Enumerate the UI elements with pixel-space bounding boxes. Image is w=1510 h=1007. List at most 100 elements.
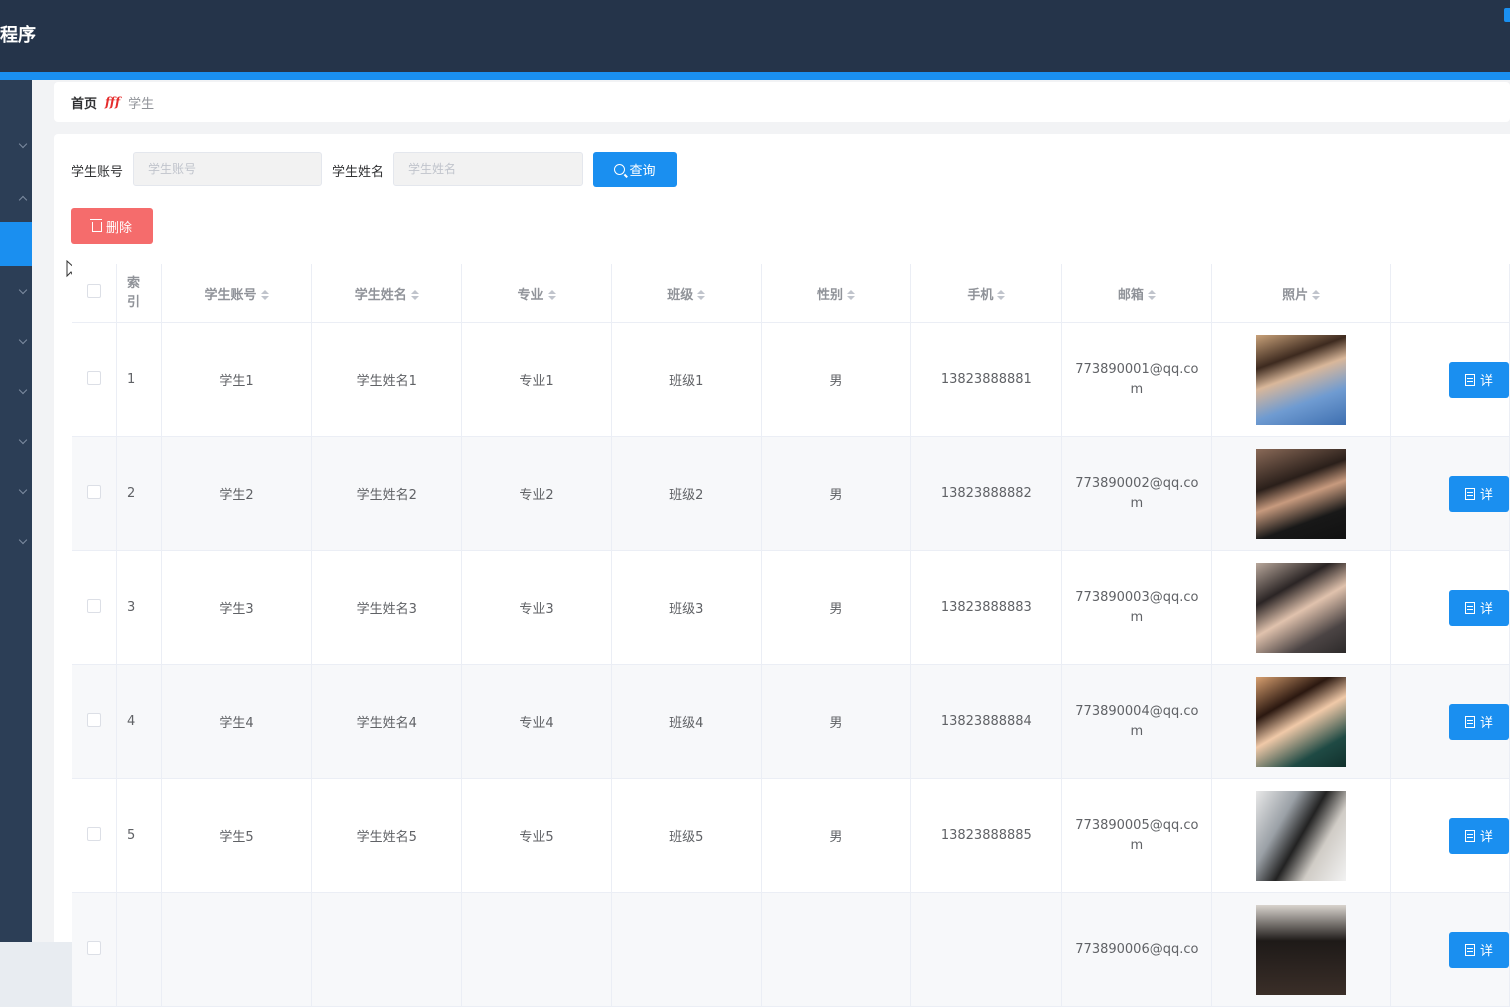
cell-name: 学生姓名5 [311, 778, 463, 893]
chevron-down-icon [18, 435, 28, 445]
student-photo[interactable] [1256, 562, 1347, 653]
detail-button-label: 详 [1479, 830, 1493, 845]
cell-account: 学生2 [161, 436, 313, 551]
table-row[interactable]: 5 学生5 学生姓名5 专业5 班级5 男 13823888885 773890005@qq.… [72, 778, 1510, 893]
cell-name [311, 892, 463, 1007]
table-row[interactable]: 2 学生2 学生姓名2 专业2 班级2 男 13823888882 773890002@qq.… [72, 436, 1510, 551]
row-select-cell [72, 778, 117, 893]
sidebar-item-4[interactable] [0, 320, 32, 364]
detail-button[interactable]: 详 [1448, 361, 1509, 398]
account-search-input[interactable] [133, 152, 322, 186]
chevron-down-icon [18, 385, 28, 395]
cell-photo [1211, 778, 1391, 893]
sort-icon[interactable] [697, 290, 706, 300]
sort-icon[interactable] [260, 290, 269, 300]
detail-button[interactable]: 详 [1448, 931, 1509, 968]
document-icon [1464, 373, 1475, 386]
breadcrumb: 首页 fff 学生 [54, 82, 1510, 122]
column-actions [1390, 264, 1510, 323]
sidebar-item-active[interactable] [0, 222, 32, 266]
table-row[interactable]: 4 学生4 学生姓名4 专业4 班级4 男 13823888884 773890004@qq.… [72, 664, 1510, 779]
cell-index: 3 [116, 550, 162, 665]
sidebar-item-2[interactable] [0, 176, 32, 220]
cell-account: 学生1 [161, 322, 313, 437]
cell-photo [1211, 664, 1391, 779]
cell-phone: 13823888884 [910, 664, 1063, 779]
cell-phone: 13823888883 [910, 550, 1063, 665]
column-label: 照片 [1282, 287, 1309, 303]
app-title: 程序 [0, 25, 36, 46]
sidebar-item-3[interactable] [0, 270, 32, 314]
row-checkbox[interactable] [87, 826, 101, 841]
cell-photo [1211, 892, 1391, 1007]
column-label: 邮箱 [1117, 287, 1144, 303]
sidebar-item-8[interactable] [0, 520, 32, 564]
cell-class [611, 892, 762, 1007]
cell-account [161, 892, 313, 1007]
sort-icon[interactable] [1147, 290, 1156, 300]
row-select-cell [72, 664, 117, 779]
top-corner-button[interactable] [1504, 8, 1510, 22]
cell-class: 班级1 [611, 322, 762, 437]
sort-icon[interactable] [410, 290, 419, 300]
delete-button[interactable]: 删除 [71, 208, 153, 244]
detail-button-label: 详 [1479, 944, 1493, 959]
document-icon [1464, 487, 1475, 500]
sidebar-item-6[interactable] [0, 420, 32, 464]
column-account[interactable]: 学生账号 [161, 264, 313, 323]
table-row[interactable]: 1 学生1 学生姓名1 专业1 班级1 男 13823888881 773890001@qq.… [72, 322, 1510, 437]
student-photo[interactable] [1256, 904, 1347, 995]
row-checkbox[interactable] [87, 712, 101, 727]
cell-email: 773890006@qq.co [1061, 892, 1213, 1007]
name-search-input[interactable] [393, 152, 583, 186]
sort-icon[interactable] [846, 290, 855, 300]
row-checkbox[interactable] [87, 598, 101, 613]
table-row[interactable]: 3 学生3 学生姓名3 专业3 班级3 男 13823888883 773890003@qq.… [72, 550, 1510, 665]
select-all-checkbox[interactable] [87, 284, 101, 298]
sort-icon[interactable] [997, 290, 1006, 300]
cell-email: 773890003@qq.com [1061, 550, 1213, 665]
sidebar-item-7[interactable] [0, 470, 32, 514]
student-photo[interactable] [1256, 676, 1347, 767]
sort-icon[interactable] [1312, 290, 1321, 300]
sidebar-item-1[interactable] [0, 124, 32, 168]
cell-index: 4 [116, 664, 162, 779]
detail-button[interactable]: 详 [1448, 703, 1509, 740]
column-phone[interactable]: 手机 [910, 264, 1063, 323]
detail-button[interactable]: 详 [1448, 817, 1509, 854]
student-photo[interactable] [1256, 790, 1347, 881]
student-photo[interactable] [1256, 448, 1347, 539]
row-checkbox[interactable] [87, 484, 101, 499]
cell-major: 专业1 [461, 322, 612, 437]
row-checkbox[interactable] [87, 370, 101, 385]
column-label: 学生姓名 [354, 287, 407, 303]
column-photo[interactable]: 照片 [1211, 264, 1391, 323]
column-class[interactable]: 班级 [611, 264, 762, 323]
column-name[interactable]: 学生姓名 [311, 264, 463, 323]
breadcrumb-home[interactable]: 首页 [71, 93, 97, 112]
student-photo[interactable] [1256, 334, 1347, 425]
row-checkbox[interactable] [87, 940, 101, 955]
cell-actions: 详 [1390, 550, 1510, 665]
cell-gender: 男 [761, 550, 912, 665]
detail-button-label: 详 [1479, 716, 1493, 731]
sort-icon[interactable] [547, 290, 556, 300]
cell-name: 学生姓名4 [311, 664, 463, 779]
detail-button[interactable]: 详 [1448, 475, 1509, 512]
query-button[interactable]: 查询 [593, 152, 677, 187]
column-major[interactable]: 专业 [461, 264, 612, 323]
column-gender[interactable]: 性别 [761, 264, 912, 323]
cell-phone: 13823888885 [910, 778, 1063, 893]
chevron-down-icon [18, 139, 28, 149]
document-icon [1464, 943, 1475, 956]
cell-actions: 详 [1390, 778, 1510, 893]
cell-class: 班级3 [611, 550, 762, 665]
detail-button[interactable]: 详 [1448, 589, 1509, 626]
chevron-down-icon [18, 335, 28, 345]
sidebar-item-5[interactable] [0, 370, 32, 414]
cell-email: 773890002@qq.com [1061, 436, 1213, 551]
column-email[interactable]: 邮箱 [1061, 264, 1213, 323]
table-row[interactable]: 773890006@qq.co 详 [72, 892, 1510, 1007]
cell-email: 773890001@qq.com [1061, 322, 1213, 437]
column-label: 学生账号 [204, 287, 257, 303]
